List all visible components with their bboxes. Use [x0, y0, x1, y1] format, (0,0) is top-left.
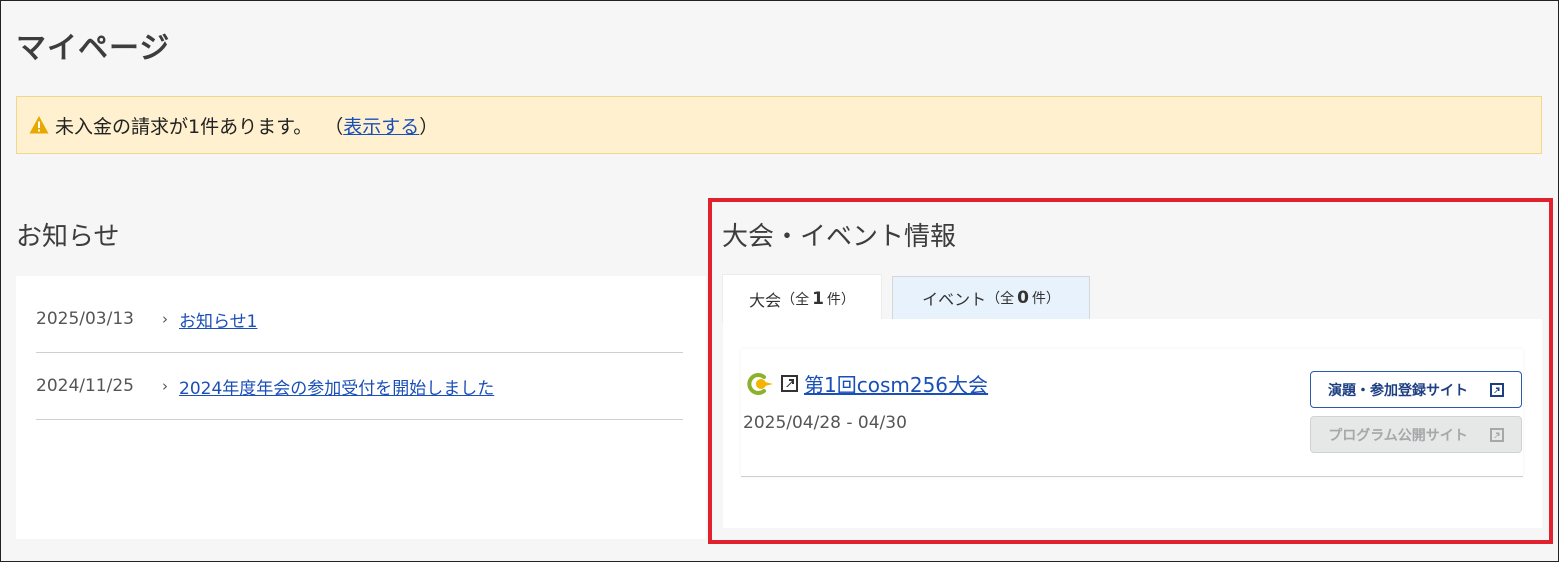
news-date: 2024/11/25	[36, 376, 134, 396]
unpaid-alert: 未入金の請求が1件あります。 （ 表示する ）	[16, 96, 1542, 154]
news-item: 2024/11/25 › 2024年度年会の参加受付を開始しました	[36, 353, 683, 420]
news-section-title: お知らせ	[16, 222, 120, 252]
event-card: 第1回cosm256大会 2025/04/28 - 04/30 演題・参加登録サ…	[741, 349, 1523, 477]
abstract-registration-button[interactable]: 演題・参加登録サイト	[1310, 371, 1522, 408]
external-link-icon	[1489, 427, 1504, 442]
alert-message: 未入金の請求が1件あります。	[55, 115, 313, 138]
show-invoice-link[interactable]: 表示する	[343, 112, 419, 139]
external-link-icon	[1490, 382, 1504, 397]
news-item: 2025/03/13 › お知らせ1	[36, 286, 683, 353]
tab-conference[interactable]: 大会 （全 1 件）	[722, 274, 882, 322]
tab-count-prefix: （全	[781, 291, 810, 308]
events-section-title: 大会・イベント情報	[722, 222, 957, 252]
chevron-right-icon: ›	[162, 377, 168, 395]
tab-count-suffix: 件）	[826, 291, 855, 308]
external-link-icon	[781, 375, 798, 392]
tab-event[interactable]: イベント （全 0 件）	[892, 276, 1090, 320]
chevron-right-icon: ›	[162, 310, 168, 328]
warning-icon	[29, 116, 49, 134]
program-site-button[interactable]: プログラム公開サイト	[1310, 416, 1522, 453]
program-site-label: プログラム公開サイト	[1328, 427, 1468, 444]
tab-count: 1	[812, 288, 824, 309]
alert-paren-close: ）	[419, 115, 439, 138]
alert-paren-open: （	[324, 115, 344, 138]
event-name-link[interactable]: 第1回cosm256大会	[804, 369, 988, 398]
news-link[interactable]: 2024年度年会の参加受付を開始しました	[179, 374, 494, 399]
conference-logo-icon	[747, 372, 773, 395]
tab-label: 大会	[749, 290, 782, 310]
event-name-row: 第1回cosm256大会	[745, 369, 988, 398]
event-date: 2025/04/28 - 04/30	[743, 413, 907, 433]
news-link[interactable]: お知らせ1	[179, 307, 257, 332]
news-panel: 2025/03/13 › お知らせ1 2024/11/25 › 2024年度年会…	[16, 276, 706, 539]
events-panel: 第1回cosm256大会 2025/04/28 - 04/30 演題・参加登録サ…	[723, 319, 1542, 528]
tab-label: イベント	[922, 290, 987, 309]
news-date: 2025/03/13	[36, 309, 134, 329]
tab-count-suffix: 件）	[1031, 291, 1060, 307]
page-title: マイページ	[16, 31, 171, 66]
tab-count: 0	[1017, 288, 1029, 308]
abstract-registration-label: 演題・参加登録サイト	[1328, 382, 1468, 399]
tab-count-prefix: （全	[986, 291, 1015, 307]
